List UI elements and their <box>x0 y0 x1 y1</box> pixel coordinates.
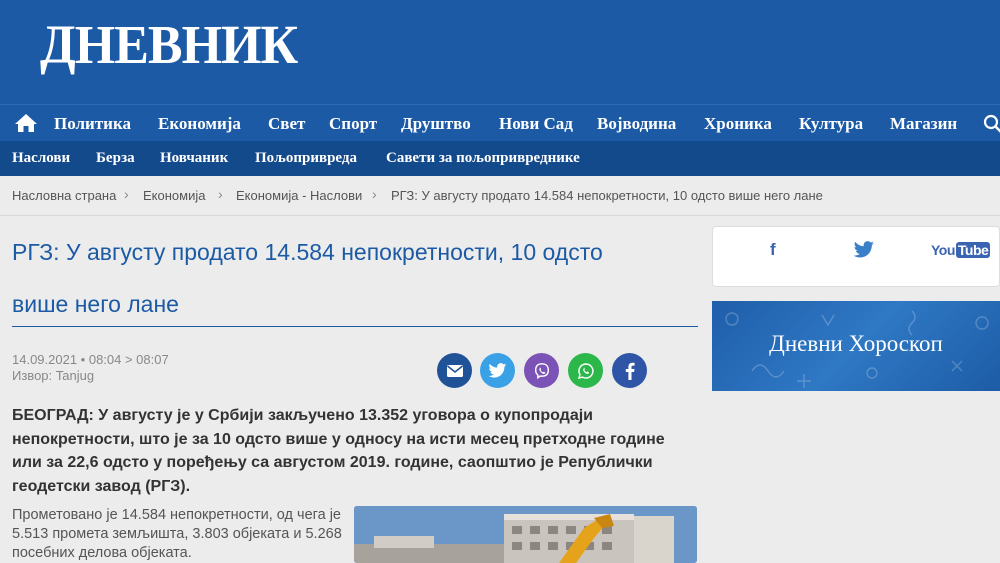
subnav-poljoprivreda[interactable]: Пољопривреда <box>255 150 357 167</box>
article-meta: 14.09.2021 • 08:04 > 08:07 Извор: Tanjug <box>12 352 169 384</box>
nav-sport[interactable]: Спорт <box>329 114 377 134</box>
breadcrumb-separator: › <box>124 186 129 202</box>
youtube-you: You <box>931 242 955 258</box>
article-body: Прометовано је 14.584 непокретности, од … <box>12 507 342 561</box>
social-follow-box: f You Tube <box>712 226 1000 287</box>
site-logo[interactable]: ДНЕВНИК <box>40 16 298 76</box>
breadcrumb-ekonomija[interactable]: Економија <box>143 188 205 203</box>
facebook-follow-icon[interactable]: f <box>770 240 776 260</box>
article-title: РГЗ: У августу продато 14.584 непокретно… <box>12 226 698 330</box>
viber-icon <box>534 362 549 379</box>
search-icon[interactable] <box>983 114 1000 134</box>
subnav-berza[interactable]: Берза <box>96 150 135 167</box>
nav-ekonomija[interactable]: Економија <box>158 114 241 134</box>
email-share-button[interactable] <box>437 353 472 388</box>
nav-drustvo[interactable]: Друштво <box>401 114 471 134</box>
article-title-line2: више него лане <box>12 291 179 317</box>
facebook-icon <box>625 362 635 380</box>
home-icon[interactable] <box>14 113 38 133</box>
twitter-share-button[interactable] <box>480 353 515 388</box>
masthead: ДНЕВНИК <box>0 0 1000 104</box>
subnav-saveti[interactable]: Савети за пољопривреднике <box>386 150 580 167</box>
nav-novi-sad[interactable]: Нови Сад <box>499 114 573 134</box>
email-icon <box>446 364 463 377</box>
breadcrumb-home[interactable]: Насловна страна <box>12 188 116 203</box>
article-title-line1: РГЗ: У августу продато 14.584 непокретно… <box>12 239 603 265</box>
article-lead: БЕОГРАД: У августу је у Србији закључено… <box>12 407 665 495</box>
subnav-novcanik[interactable]: Новчаник <box>160 150 228 167</box>
whatsapp-share-button[interactable] <box>568 353 603 388</box>
title-divider <box>12 326 698 327</box>
article-photo[interactable] <box>354 506 697 563</box>
twitter-follow-icon[interactable] <box>853 241 875 259</box>
breadcrumb: Насловна страна › Економија › Економија … <box>0 176 1000 216</box>
breadcrumb-separator: › <box>218 186 223 202</box>
nav-svet[interactable]: Свет <box>268 114 305 134</box>
nav-hronika[interactable]: Хроника <box>704 114 772 134</box>
subnav-naslovi[interactable]: Наслови <box>12 150 70 167</box>
youtube-tube: Tube <box>955 242 991 258</box>
facebook-share-button[interactable] <box>612 353 647 388</box>
nav-kultura[interactable]: Култура <box>799 114 863 134</box>
sub-nav: Наслови Берза Новчаник Пољопривреда Саве… <box>0 141 1000 176</box>
nav-politika[interactable]: Политика <box>54 114 131 134</box>
construction-image <box>354 506 697 563</box>
nav-magazin[interactable]: Магазин <box>890 114 957 134</box>
article-source: Извор: Tanjug <box>12 368 95 383</box>
youtube-follow-icon[interactable]: You Tube <box>931 242 991 258</box>
horoscope-banner[interactable]: Дневни Хороскоп <box>712 301 1000 391</box>
nav-vojvodina[interactable]: Војводина <box>597 114 676 134</box>
main-nav: Политика Економија Свет Спорт Друштво Но… <box>0 104 1000 141</box>
twitter-icon <box>488 362 507 378</box>
article-date: 14.09.2021 • 08:04 > 08:07 <box>12 352 169 367</box>
breadcrumb-current: РГЗ: У августу продато 14.584 непокретно… <box>391 188 823 203</box>
viber-share-button[interactable] <box>524 353 559 388</box>
whatsapp-icon <box>577 362 594 379</box>
horoscope-label: Дневни Хороскоп <box>769 331 943 356</box>
breadcrumb-separator: › <box>372 186 377 202</box>
breadcrumb-ekonomija-naslovi[interactable]: Економија - Наслови <box>236 188 362 203</box>
